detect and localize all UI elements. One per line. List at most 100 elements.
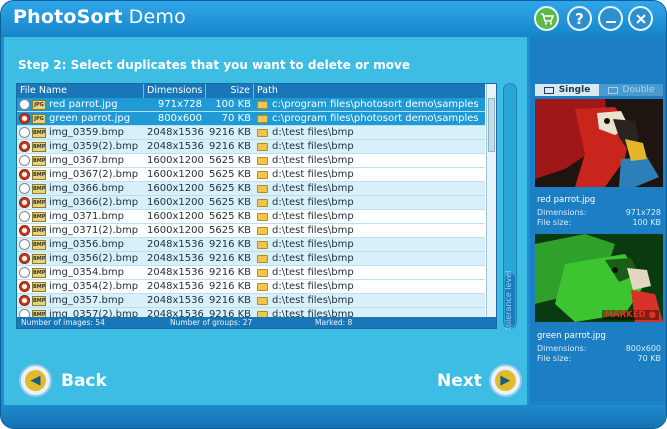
filename-text: img_0359(2).bmp <box>49 140 139 152</box>
folder-icon <box>257 198 268 207</box>
cart-icon[interactable] <box>534 6 559 31</box>
single-view-icon <box>543 86 554 94</box>
table-row[interactable]: BMP img_0367.bmp 1600x1200 5625 KB d:\test f… <box>17 154 485 168</box>
path-cell: c:\program files\photosort demo\samples <box>254 98 485 111</box>
size-cell: 9216 KB <box>209 141 252 152</box>
filename-text: img_0367(2).bmp <box>49 168 139 180</box>
path-text: c:\program files\photosort demo\samples <box>272 112 479 124</box>
view-single-label: Single <box>558 85 591 95</box>
app-edition: Demo <box>128 6 186 28</box>
column-header-path[interactable]: Path <box>254 84 485 98</box>
file-type-icon: BMP <box>32 141 46 152</box>
size-cell: 70 KB <box>221 113 251 124</box>
mark-checkbox[interactable] <box>19 309 30 317</box>
preview-info-1: red parrot.jpg Dimensions: 971x728 File s… <box>537 195 661 228</box>
mark-checkbox[interactable] <box>19 281 30 292</box>
view-double-button[interactable]: Double <box>599 84 663 96</box>
path-text: d:\test files\bmp <box>272 238 354 250</box>
table-row[interactable]: BMP img_0371.bmp 1600x1200 5625 KB d:\test f… <box>17 210 485 224</box>
back-button[interactable]: ◀ Back <box>19 364 107 397</box>
table-row[interactable]: BMP img_0354.bmp 2048x1536 9216 KB d:\test f… <box>17 266 485 280</box>
filename-cell: BMP img_0354.bmp <box>17 266 144 279</box>
table-row[interactable]: BMP img_0354(2).bmp 2048x1536 9216 KB d:\tes… <box>17 280 485 294</box>
mark-checkbox[interactable] <box>19 113 30 124</box>
mark-checkbox[interactable] <box>19 141 30 152</box>
folder-icon <box>257 296 268 305</box>
mark-checkbox[interactable] <box>19 169 30 180</box>
duplicates-grid[interactable]: File Name Dimensions Size Path JPG red pa… <box>16 83 497 329</box>
filename-text: green parrot.jpg <box>49 112 131 124</box>
path-text: d:\test files\bmp <box>272 224 354 236</box>
mark-checkbox[interactable] <box>19 127 30 138</box>
table-row[interactable]: BMP img_0357(2).bmp 2048x1536 9216 KB d:\tes… <box>17 308 485 317</box>
preview-image-red-parrot[interactable] <box>535 99 663 187</box>
path-text: d:\test files\bmp <box>272 252 354 264</box>
size-cell: 9216 KB <box>209 267 252 278</box>
size-cell: 100 KB <box>215 99 251 110</box>
mark-checkbox[interactable] <box>19 155 30 166</box>
path-text: d:\test files\bmp <box>272 210 354 222</box>
path-cell: d:\test files\bmp <box>254 154 485 167</box>
path-cell: d:\test files\bmp <box>254 182 485 195</box>
dimensions-cell: 2048x1536 <box>147 127 204 138</box>
mark-checkbox[interactable] <box>19 197 30 208</box>
mark-checkbox[interactable] <box>19 225 30 236</box>
table-row[interactable]: BMP img_0367(2).bmp 1600x1200 5625 KB d:\tes… <box>17 168 485 182</box>
path-cell: c:\program files\photosort demo\samples <box>254 112 485 125</box>
filesize-label-1: File size: <box>537 218 572 227</box>
help-icon[interactable]: ? <box>567 6 592 31</box>
table-row[interactable]: BMP img_0366.bmp 1600x1200 5625 KB d:\test f… <box>17 182 485 196</box>
mark-checkbox[interactable] <box>19 295 30 306</box>
next-button[interactable]: Next ▶ <box>437 364 522 397</box>
filename-text: img_0367.bmp <box>49 154 124 166</box>
preview-image-green-parrot[interactable]: MARKED ● <box>535 234 663 322</box>
view-single-button[interactable]: Single <box>535 84 599 96</box>
dimensions-cell: 2048x1536 <box>147 253 204 264</box>
mark-checkbox[interactable] <box>19 253 30 264</box>
path-text: d:\test files\bmp <box>272 196 354 208</box>
folder-icon <box>257 156 268 165</box>
dimensions-cell: 800x600 <box>157 113 202 124</box>
mark-checkbox[interactable] <box>19 239 30 250</box>
main-panel: Step 2: Select duplicates that you want … <box>4 37 527 405</box>
table-row[interactable]: BMP img_0366(2).bmp 1600x1200 5625 KB d:\tes… <box>17 196 485 210</box>
table-row[interactable]: BMP img_0356(2).bmp 2048x1536 9216 KB d:\tes… <box>17 252 485 266</box>
file-type-icon: BMP <box>32 309 46 317</box>
column-header-size[interactable]: Size <box>206 84 254 98</box>
filename-cell: BMP img_0367.bmp <box>17 154 144 167</box>
file-type-icon: BMP <box>32 295 46 306</box>
app-window: PhotoSort Demo ? Step 2: Select duplicate… <box>0 0 667 429</box>
table-row[interactable]: BMP img_0357.bmp 2048x1536 9216 KB d:\test f… <box>17 294 485 308</box>
preview-filename-1: red parrot.jpg <box>537 195 596 205</box>
filename-cell: BMP img_0366.bmp <box>17 182 144 195</box>
size-cell: 9216 KB <box>209 127 252 138</box>
filesize-value-1: 100 KB <box>632 218 661 227</box>
path-cell: d:\test files\bmp <box>254 210 485 223</box>
mark-checkbox[interactable] <box>19 267 30 278</box>
table-row[interactable]: JPG green parrot.jpg 800x600 70 KB c:\progra… <box>17 112 485 126</box>
table-row[interactable]: BMP img_0359.bmp 2048x1536 9216 KB d:\test f… <box>17 126 485 140</box>
dimensions-cell: 2048x1536 <box>147 141 204 152</box>
table-row[interactable]: BMP img_0356.bmp 2048x1536 9216 KB d:\test f… <box>17 238 485 252</box>
filename-text: img_0366(2).bmp <box>49 196 139 208</box>
size-cell: 5625 KB <box>209 155 252 166</box>
folder-icon <box>257 100 268 109</box>
mark-checkbox[interactable] <box>19 183 30 194</box>
grid-scrollbar[interactable] <box>486 84 496 317</box>
column-header-filename[interactable]: File Name <box>17 84 144 98</box>
filename-cell: JPG red parrot.jpg <box>17 98 144 111</box>
size-cell: 5625 KB <box>209 197 252 208</box>
column-header-dimensions[interactable]: Dimensions <box>144 84 206 98</box>
tolerance-slider[interactable]: tolerance level <box>503 83 517 330</box>
filename-text: img_0356.bmp <box>49 238 124 250</box>
minimize-icon[interactable] <box>598 6 623 31</box>
table-row[interactable]: JPG red parrot.jpg 971x728 100 KB c:\program… <box>17 98 485 112</box>
mark-checkbox[interactable] <box>19 211 30 222</box>
table-row[interactable]: BMP img_0359(2).bmp 2048x1536 9216 KB d:\tes… <box>17 140 485 154</box>
mark-checkbox[interactable] <box>19 99 30 110</box>
grid-rows: JPG red parrot.jpg 971x728 100 KB c:\program… <box>17 98 485 317</box>
file-type-icon: BMP <box>32 127 46 138</box>
close-icon[interactable] <box>628 6 653 31</box>
scrollbar-thumb[interactable] <box>488 98 495 152</box>
table-row[interactable]: BMP img_0371(2).bmp 1600x1200 5625 KB d:\tes… <box>17 224 485 238</box>
